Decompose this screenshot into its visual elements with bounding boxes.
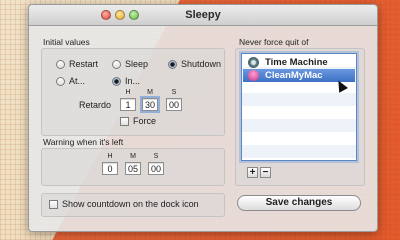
retardo-label: Retardo	[79, 100, 112, 110]
retardo-seconds-field[interactable]: 00	[166, 98, 182, 111]
time-machine-icon	[248, 57, 259, 68]
sleep-label: Sleep	[125, 59, 149, 69]
in-radio[interactable]	[112, 77, 121, 86]
countdown-label: Show countdown on the dock icon	[62, 199, 199, 209]
shutdown-radio[interactable]	[168, 60, 177, 69]
add-app-button[interactable]: +	[247, 167, 258, 178]
in-label: In...	[125, 76, 141, 86]
never-force-label: Never force quit of	[239, 37, 309, 47]
initial-values-group: Restart Sleep Shutdown At... In... H M S…	[41, 48, 225, 136]
retardo-h-header: H	[125, 89, 131, 96]
retardo-m-header: M	[147, 89, 153, 96]
app-name: Time Machine	[265, 57, 328, 68]
save-changes-button[interactable]: Save changes	[237, 195, 361, 211]
cleanmymac-icon	[248, 70, 259, 81]
countdown-checkbox[interactable]	[49, 200, 58, 209]
warning-hours-field[interactable]: 0	[102, 162, 118, 175]
restart-radio[interactable]	[56, 60, 65, 69]
at-label: At...	[69, 76, 86, 86]
warning-group: H M S 0 05 00	[41, 148, 225, 186]
warning-label: Warning when it's left	[43, 137, 124, 147]
app-list[interactable]: Time Machine CleanMyMac	[241, 53, 357, 161]
window-title: Sleepy	[185, 9, 221, 21]
app-name: CleanMyMac	[265, 70, 323, 81]
restart-label: Restart	[69, 59, 99, 69]
warning-seconds-field[interactable]: 00	[148, 162, 164, 175]
warning-s-header: S	[153, 153, 159, 160]
title-bar[interactable]: Sleepy	[29, 5, 377, 26]
force-label: Force	[133, 116, 157, 126]
remove-app-button[interactable]: −	[260, 167, 271, 178]
countdown-group: Show countdown on the dock icon	[41, 193, 225, 217]
warning-m-header: M	[130, 153, 136, 160]
force-checkbox[interactable]	[120, 117, 129, 126]
list-item[interactable]: Time Machine	[243, 56, 355, 69]
sleepy-window: Sleepy Initial values Restart Sleep Shut…	[28, 4, 378, 232]
at-radio[interactable]	[56, 77, 65, 86]
retardo-hours-field[interactable]: 1	[120, 98, 136, 111]
sleep-radio[interactable]	[112, 60, 121, 69]
initial-values-label: Initial values	[43, 37, 90, 47]
shutdown-label: Shutdown	[181, 59, 222, 69]
warning-h-header: H	[107, 153, 113, 160]
retardo-minutes-field[interactable]: 30	[140, 96, 160, 113]
warning-minutes-field[interactable]: 05	[125, 162, 141, 175]
retardo-s-header: S	[171, 89, 177, 96]
